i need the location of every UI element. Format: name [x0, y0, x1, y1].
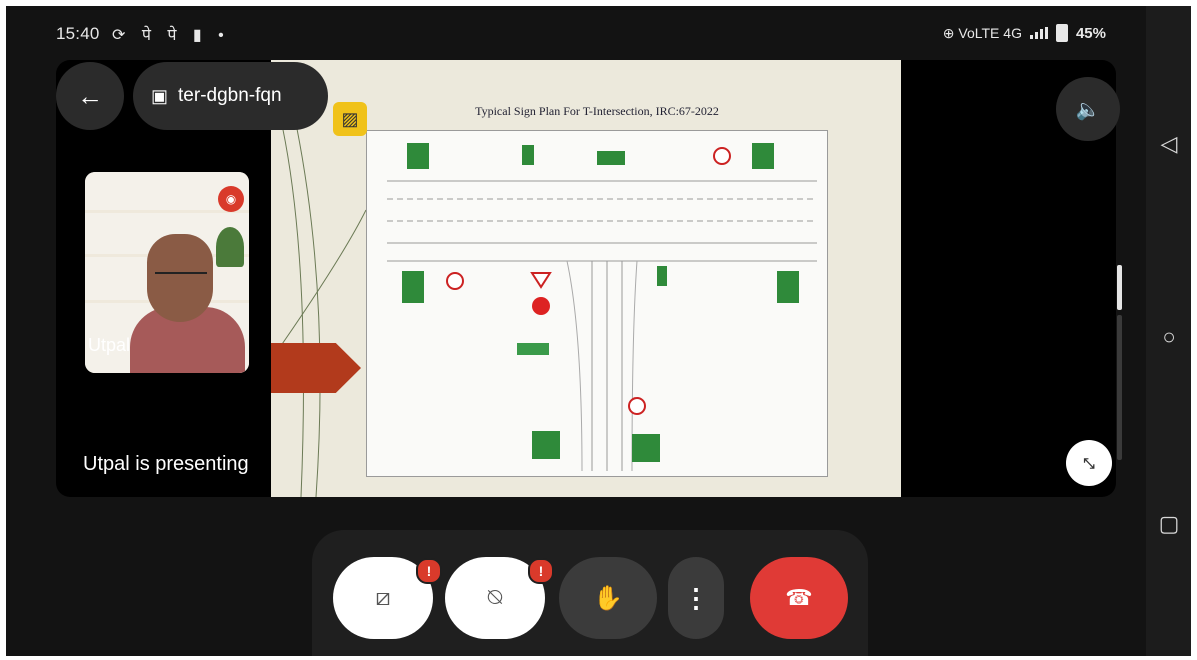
volume-icon: 🔈	[1075, 98, 1101, 121]
meeting-code-chip[interactable]: ▣ ter-dgbn-fqn	[133, 62, 328, 130]
calendar-icon: ▣	[151, 85, 169, 106]
collapse-button[interactable]: ⤡	[1066, 440, 1112, 486]
scroll-track	[1117, 315, 1122, 460]
slide-content: Typical Sign Plan For T-Intersection, IR…	[366, 104, 828, 477]
status-bar: 15:40 ⟳ पे पे ▮ • ⊕ VoLTE 4G 45%	[6, 6, 1146, 62]
system-nav-bar: ◁ ○ ▢	[1146, 6, 1191, 656]
speaking-indicator-icon: ◉	[218, 186, 244, 212]
signal-icon	[1029, 27, 1048, 39]
network-info: ⊕ VoLTE 4G	[942, 24, 1022, 41]
nav-back-icon[interactable]: ◁	[1156, 131, 1182, 157]
status-time: 15:40	[56, 24, 100, 43]
back-button[interactable]: ←	[56, 62, 124, 130]
battery-level: 45%	[1075, 24, 1106, 42]
back-arrow-icon: ←	[77, 80, 103, 111]
meeting-code: ter-dgbn-fqn	[178, 85, 282, 106]
volume-button[interactable]: 🔈	[1056, 77, 1120, 141]
raise-hand-button[interactable]: ✋	[559, 557, 657, 639]
end-call-button[interactable]: ☎	[750, 557, 848, 639]
glasses	[155, 272, 207, 284]
more-options-button[interactable]: ⋮	[668, 557, 724, 639]
slide-title: Typical Sign Plan For T-Intersection, IR…	[475, 104, 719, 118]
intersection-diagram	[387, 143, 817, 472]
camera-alert-badge: !	[416, 558, 442, 584]
battery-icon	[1055, 24, 1068, 42]
status-left-icons: ⟳ पे पे ▮ •	[112, 27, 230, 44]
raise-hand-icon: ✋	[593, 584, 623, 612]
plant	[216, 227, 244, 267]
camera-off-icon: ⧄	[375, 584, 391, 611]
mic-off-icon: ⍉	[487, 584, 503, 611]
collapse-icon: ⤡	[1083, 454, 1095, 471]
extension-icon[interactable]: ▨	[333, 102, 367, 136]
more-options-icon: ⋮	[683, 582, 709, 613]
scroll-indicator[interactable]	[1117, 265, 1122, 310]
nav-home-icon[interactable]: ○	[1156, 324, 1182, 350]
participant-name: Utpal	[88, 335, 131, 355]
nav-recents-icon[interactable]: ▢	[1156, 511, 1182, 537]
mic-alert-badge: !	[528, 558, 554, 584]
presentation-view: Typical Sign Plan For T-Intersection, IR…	[271, 60, 901, 497]
status-right: ⊕ VoLTE 4G 45%	[943, 24, 1106, 42]
presenting-label: Utpal is presenting	[83, 453, 249, 475]
end-call-icon: ☎	[785, 585, 813, 610]
